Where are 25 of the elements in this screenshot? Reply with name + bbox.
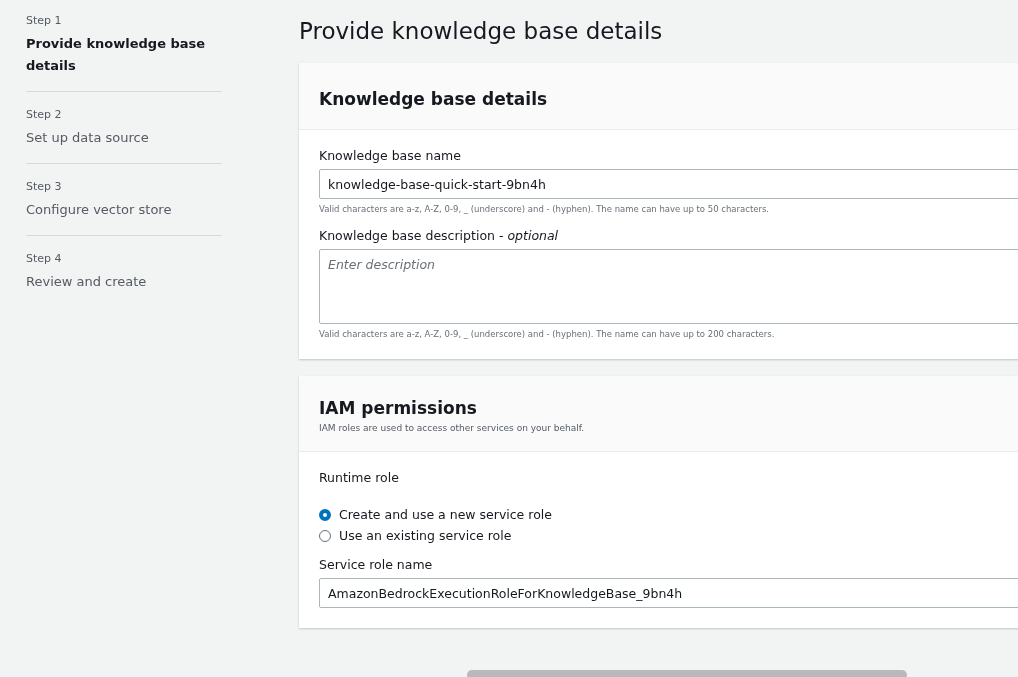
field-hint: Valid characters are a-z, A-Z, 0-9, _ (underscore) and - (hyphen). The name can have up to 50 characters. (319, 204, 771, 214)
step-link[interactable]: Configure vector store (26, 199, 222, 221)
section-description: IAM roles are used to access other services on your behalf. (319, 423, 586, 433)
step-number: Step 2 (26, 108, 63, 121)
section-heading: Knowledge base details (319, 89, 549, 109)
field-hint: Valid characters are a-z, A-Z, 0-9, _ (underscore) and - (hyphen). The name can have up to 200 characters. (319, 329, 776, 339)
input-field[interactable]: knowledge-base-quick-start-9bn4h (319, 169, 1018, 199)
field-label: Runtime role (319, 470, 400, 485)
step-link[interactable]: Set up data source (26, 127, 222, 149)
field-label: Service role name (319, 557, 434, 572)
input-field[interactable]: AmazonBedrockExecutionRoleForKnowledgeBase_9bn4h (319, 578, 1018, 608)
field-label: Knowledge base description - optional (319, 228, 560, 243)
step-number: Step 4 (26, 252, 63, 265)
page-title: Provide knowledge base details (299, 18, 664, 44)
step-number: Step 3 (26, 180, 63, 193)
radio-label[interactable]: Create and use a new service role (339, 507, 552, 522)
scrollbar[interactable] (467, 670, 907, 677)
step-number: Step 1 (26, 14, 63, 27)
section-heading: IAM permissions (319, 398, 478, 418)
step-link[interactable]: Review and create (26, 271, 222, 293)
radio-button[interactable] (319, 508, 331, 521)
step-link[interactable]: Provide knowledge base details (26, 33, 222, 77)
field-label: Knowledge base name (319, 148, 462, 163)
description-field[interactable]: Enter description (319, 249, 1018, 324)
radio-label[interactable]: Use an existing service role (339, 528, 512, 543)
